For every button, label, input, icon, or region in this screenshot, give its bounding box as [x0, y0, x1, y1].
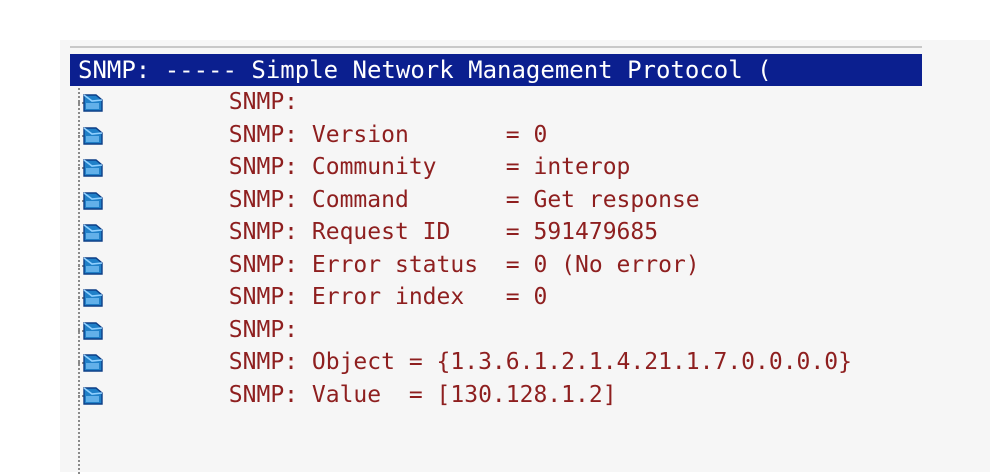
- packet-node-icon: [80, 155, 106, 179]
- row-value: [130.128.1.2]: [436, 381, 617, 408]
- row-label: Value: [311, 381, 409, 408]
- packet-node-graphic: [83, 224, 103, 242]
- packet-node-icon: [80, 220, 106, 244]
- packet-node-icon: [80, 318, 106, 342]
- packet-node-icon: [80, 188, 106, 212]
- row-separator: =: [408, 381, 437, 408]
- row-value: 0 (No error): [533, 251, 700, 278]
- packet-node-graphic: [83, 127, 103, 145]
- protocol-tree[interactable]: SNMP: ----- Simple Network Management Pr…: [70, 54, 922, 476]
- packet-node-graphic: [83, 94, 103, 112]
- pane-top-border: [70, 46, 922, 48]
- packet-node-icon: [80, 350, 106, 374]
- packet-node-graphic: [83, 354, 103, 372]
- packet-node-icon: [80, 253, 106, 277]
- decode-rows: SNMP: SNMP: Version = 0 SNMP: Community …: [70, 86, 922, 411]
- packet-node-graphic: [83, 387, 103, 405]
- packet-node-graphic: [83, 322, 103, 340]
- packet-node-graphic: [83, 289, 103, 307]
- decode-row[interactable]: SNMP: Value = [130.128.1.2]: [70, 379, 922, 412]
- row-separator: =: [505, 284, 534, 311]
- packet-node-graphic: [83, 257, 103, 275]
- packet-node-icon: [80, 123, 106, 147]
- packet-node-graphic: [83, 192, 103, 210]
- packet-node-icon: [80, 285, 106, 309]
- row-prefix: SNMP:: [228, 381, 299, 408]
- packet-node-graphic: [83, 159, 103, 177]
- row-label: Error index: [311, 284, 506, 311]
- packet-node-icon: [80, 90, 106, 114]
- row-value: 0: [533, 284, 548, 311]
- packet-node-icon: [80, 383, 106, 407]
